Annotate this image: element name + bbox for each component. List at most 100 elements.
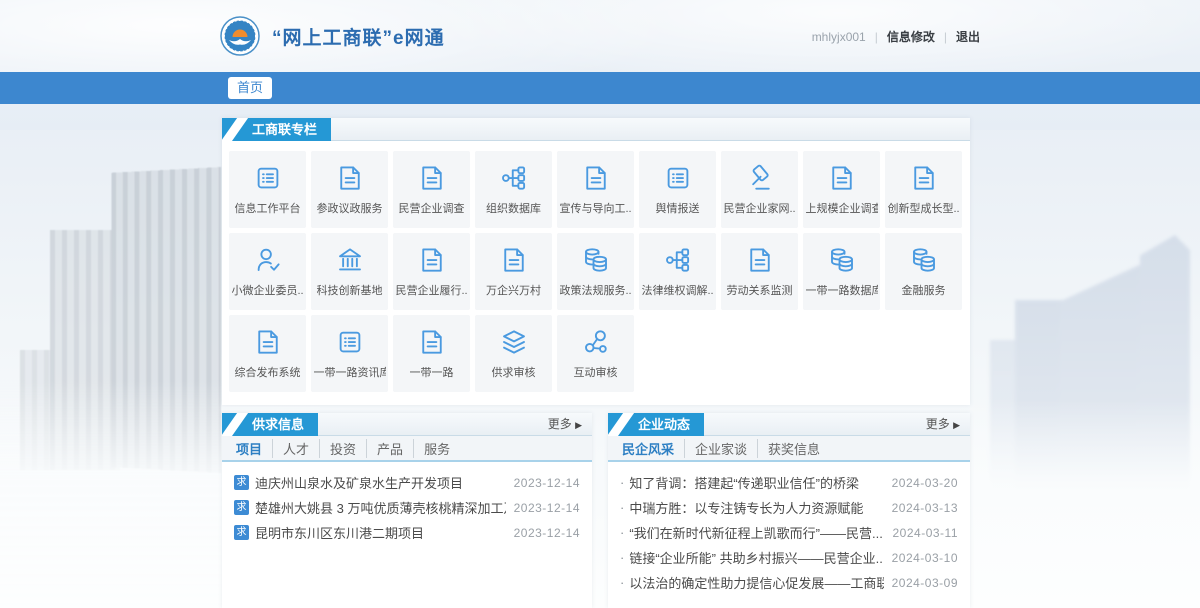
app-tile-小微企业委员[interactable]: 小微企业委员... [229, 233, 306, 310]
app-tile-上规模企业调查[interactable]: 上规模企业调查 [803, 151, 880, 228]
news-item[interactable]: ·链接“企业所能” 共助乡村振兴——民营企业...2024-03-10 [620, 545, 958, 570]
app-tile-科技创新基地[interactable]: 科技创新基地 [311, 233, 388, 310]
list-icon [663, 163, 693, 193]
federation-panel-title: 工商联专栏 [222, 118, 331, 141]
tab-企业家谈[interactable]: 企业家谈 [685, 439, 758, 458]
tab-产品[interactable]: 产品 [367, 439, 414, 458]
more-arrow-icon: ▶ [953, 420, 960, 430]
app-tile-label: 科技创新基地 [317, 282, 383, 298]
app-tile-label: 民营企业家网... [724, 200, 796, 216]
news-item-title: 以法治的确定性助力提信心促发展——工商联... [629, 573, 883, 592]
news-item-date: 2024-03-13 [892, 501, 958, 515]
news-item-date: 2024-03-09 [892, 576, 958, 590]
bullet-icon: · [620, 500, 624, 515]
enterprise-news-panel: 企业动态 更多 ▶ 民企风采企业家谈获奖信息 ·知了背调：搭建起“传递职业信任”… [608, 413, 970, 608]
file-text-icon [417, 163, 447, 193]
file-text-icon [417, 245, 447, 275]
bullet-icon: · [620, 575, 624, 590]
tab-获奖信息[interactable]: 获奖信息 [758, 439, 830, 458]
app-tile-label: 一带一路资讯库 [314, 364, 386, 380]
supply-item[interactable]: 求昆明市东川区东川港二期项目2023-12-14 [234, 520, 580, 545]
app-tile-舆情报送[interactable]: 舆情报送 [639, 151, 716, 228]
app-tile-label: 宣传与导向工... [560, 200, 632, 216]
app-tile-label: 舆情报送 [656, 200, 700, 216]
more-arrow-icon: ▶ [575, 420, 582, 430]
app-tile-一带一路数据库[interactable]: 一带一路数据库 [803, 233, 880, 310]
news-item-title: 中瑞方胜：以专注铸专长为人力资源赋能 [629, 498, 883, 517]
news-item-date: 2024-03-20 [892, 476, 958, 490]
app-tile-一带一路资讯库[interactable]: 一带一路资讯库 [311, 315, 388, 392]
file-text-icon [581, 163, 611, 193]
nav-home-button[interactable]: 首页 [228, 77, 272, 99]
supply-item[interactable]: 求迪庆州山泉水及矿泉水生产开发项目2023-12-14 [234, 470, 580, 495]
file-text-icon [499, 245, 529, 275]
app-tile-label: 供求审核 [492, 364, 536, 380]
news-item[interactable]: ·知了背调：搭建起“传递职业信任”的桥梁2024-03-20 [620, 470, 958, 495]
supply-more-link[interactable]: 更多 ▶ [548, 413, 582, 436]
news-item[interactable]: ·“我们在新时代新征程上凯歌而行”——民营...2024-03-11 [620, 520, 958, 545]
app-tile-金融服务[interactable]: 金融服务 [885, 233, 962, 310]
news-panel-title: 企业动态 [608, 413, 704, 436]
supply-panel-header: 供求信息 更多 ▶ [222, 413, 592, 436]
app-tile-label: 金融服务 [902, 282, 946, 298]
app-tile-label: 组织数据库 [486, 200, 541, 216]
bank-icon [335, 245, 365, 275]
tab-服务[interactable]: 服务 [414, 439, 460, 458]
app-tile-政策法规服务[interactable]: 政策法规服务... [557, 233, 634, 310]
tab-投资[interactable]: 投资 [320, 439, 367, 458]
app-tile-创新型成长型[interactable]: 创新型成长型... [885, 151, 962, 228]
app-tile-民营企业履行[interactable]: 民营企业履行... [393, 233, 470, 310]
news-item[interactable]: · 中瑞方胜：以专注铸专长为人力资源赋能 2024-03-13 [620, 495, 958, 520]
app-tile-组织数据库[interactable]: 组织数据库 [475, 151, 552, 228]
news-panel-header: 企业动态 更多 ▶ [608, 413, 970, 436]
app-tile-民营企业调查[interactable]: 民营企业调查 [393, 151, 470, 228]
news-list: ·知了背调：搭建起“传递职业信任”的桥梁2024-03-20 · 中瑞方胜：以专注铸… [608, 462, 970, 595]
app-tile-label: 民营企业履行... [396, 282, 468, 298]
layers-icon [499, 327, 529, 357]
app-tile-供求审核[interactable]: 供求审核 [475, 315, 552, 392]
supply-panel-title: 供求信息 [222, 413, 318, 436]
app-tile-一带一路[interactable]: 一带一路 [393, 315, 470, 392]
federation-panel: 工商联专栏 信息工作平台参政议政服务民营企业调查组织数据库 宣传与导向工... 舆情… [222, 118, 970, 405]
news-tab-row: 民企风采企业家谈获奖信息 [608, 436, 970, 462]
brand: “网上工商联”e网通 [220, 16, 445, 56]
news-item-title: 链接“企业所能” 共助乡村振兴——民营企业... [629, 548, 883, 567]
app-tile-法律维权调解[interactable]: 法律维权调解... [639, 233, 716, 310]
tab-项目[interactable]: 项目 [234, 439, 273, 458]
news-item-date: 2024-03-10 [892, 551, 958, 565]
app-tile-参政议政服务[interactable]: 参政议政服务 [311, 151, 388, 228]
app-tile-劳动关系监测[interactable]: 劳动关系监测 [721, 233, 798, 310]
app-tile-宣传与导向工[interactable]: 宣传与导向工... [557, 151, 634, 228]
supply-list: 求迪庆州山泉水及矿泉水生产开发项目2023-12-14求楚雄州大姚县 3 万吨优… [222, 462, 592, 545]
app-tile-信息工作平台[interactable]: 信息工作平台 [229, 151, 306, 228]
app-tile-label: 综合发布系统 [235, 364, 301, 380]
news-more-link[interactable]: 更多 ▶ [926, 413, 960, 436]
app-tile-民营企业家网[interactable]: 民营企业家网... [721, 151, 798, 228]
tab-民企风采[interactable]: 民企风采 [620, 439, 685, 458]
database-icon [827, 245, 857, 275]
supply-item-date: 2023-12-14 [514, 501, 580, 515]
person-check-icon [253, 245, 283, 275]
background-fog [960, 400, 1200, 608]
modify-info-link[interactable]: 信息修改 [887, 28, 935, 45]
app-tile-综合发布系统[interactable]: 综合发布系统 [229, 315, 306, 392]
app-tile-label: 劳动关系监测 [727, 282, 793, 298]
file-text-icon [827, 163, 857, 193]
username: mhlyjx001 [812, 30, 866, 44]
supply-item[interactable]: 求楚雄州大姚县 3 万吨优质薄壳核桃精深加工及科...2023-12-14 [234, 495, 580, 520]
supply-item-date: 2023-12-14 [514, 526, 580, 540]
gavel-icon [745, 163, 775, 193]
tab-人才[interactable]: 人才 [273, 439, 320, 458]
app-tile-互动审核[interactable]: 互动审核 [557, 315, 634, 392]
nodes-icon [581, 327, 611, 357]
news-item[interactable]: · 以法治的确定性助力提信心促发展——工商联... 2024-03-09 [620, 570, 958, 595]
top-header: “网上工商联”e网通 mhlyjx001 | 信息修改 | 退出 [0, 0, 1200, 72]
page: “网上工商联”e网通 mhlyjx001 | 信息修改 | 退出 首页 工商联专… [0, 0, 1200, 608]
app-tile-label: 互动审核 [574, 364, 618, 380]
app-tile-label: 万企兴万村 [486, 282, 541, 298]
logout-link[interactable]: 退出 [956, 28, 980, 45]
site-logo-icon [220, 16, 260, 56]
app-tile-万企兴万村[interactable]: 万企兴万村 [475, 233, 552, 310]
app-tile-label: 上规模企业调查 [806, 200, 878, 216]
list-icon [253, 163, 283, 193]
